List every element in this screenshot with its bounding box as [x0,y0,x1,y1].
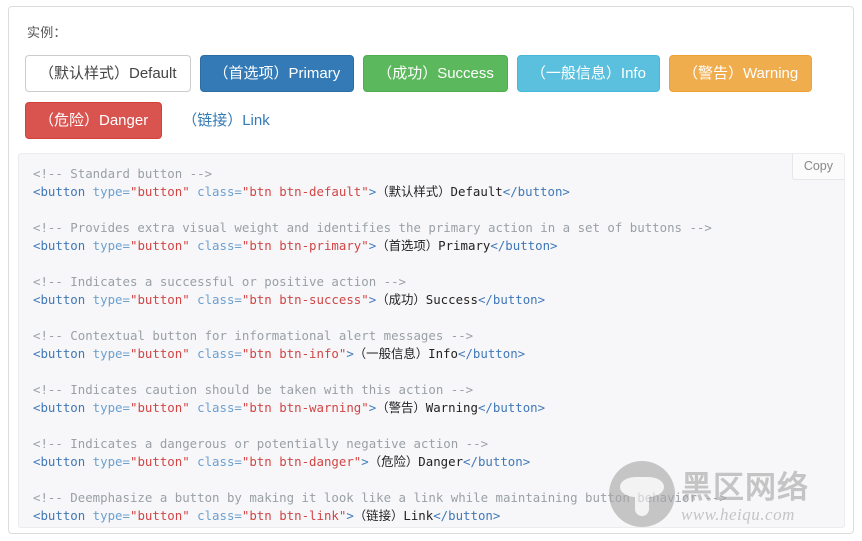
code-attr-value: "button" [129,454,190,469]
code-tag-gt: > [346,346,354,361]
code-attr-name: type= [85,400,130,415]
code-listing: <!-- Standard button --> <button type="bu… [19,154,844,525]
code-inner-text: （链接）Link [353,508,434,523]
code-attr-name: class= [189,508,242,523]
code-inner-text: （警告）Warning [376,400,478,415]
code-tag-open: <button [33,184,86,199]
code-line: <button type="button" class="btn btn-war… [33,399,844,417]
code-line: <button type="button" class="btn btn-suc… [33,291,844,309]
code-tag-gt: > [361,454,369,469]
code-inner-text: （危险）Danger [368,454,464,469]
code-tag-close: </button> [463,454,531,469]
code-line: <!-- Standard button --> [33,165,844,183]
button-success[interactable]: （成功）Success [363,54,508,93]
code-block: Copy <!-- Standard button --> <button typ… [18,153,845,528]
code-inner-text: （一般信息）Info [353,346,458,361]
code-tag-open: <button [33,400,86,415]
code-line: <!-- Deemphasize a button by making it l… [33,489,844,507]
code-attr-value: "button" [129,400,190,415]
code-tag-open: <button [33,346,86,361]
code-tag-gt: > [346,508,354,523]
code-attr-value: "button" [129,184,190,199]
code-inner-text: （首选项）Primary [376,238,491,253]
code-attr-name: type= [85,292,130,307]
code-attr-name: class= [189,184,242,199]
code-attr-value: "btn btn-warning" [241,400,369,415]
button-info[interactable]: （一般信息）Info [516,54,660,93]
code-line: <!-- Provides extra visual weight and id… [33,219,844,237]
code-attr-value: "btn btn-danger" [241,454,362,469]
code-comment: <!-- Indicates caution should be taken w… [33,382,474,397]
button-danger[interactable]: （危险）Danger [25,102,163,140]
code-tag-close: </button> [477,400,546,415]
code-comment: <!-- Indicates a dangerous or potentiall… [33,436,489,451]
code-line: <!-- Indicates a successful or positive … [33,273,844,291]
code-tag-open: <button [33,508,86,523]
copy-button[interactable]: Copy [791,154,844,180]
code-line: <!-- Contextual button for informational… [33,327,844,345]
code-comment: <!-- Indicates a successful or positive … [33,274,406,289]
example-panel: 实例： （默认样式）Default （首选项）Primary （成功）Success… [8,6,854,534]
code-tag-close: </button> [477,292,546,307]
code-tag-close: </button> [502,184,570,199]
button-default[interactable]: （默认样式）Default [25,54,191,93]
code-attr-value: "btn btn-link" [241,508,347,523]
button-primary[interactable]: （首选项）Primary [199,54,355,93]
code-attr-name: type= [85,184,130,199]
button-warning[interactable]: （警告）Warning [668,54,813,93]
code-line: <!-- Indicates caution should be taken w… [33,381,844,399]
code-attr-name: class= [189,346,242,361]
code-attr-name: type= [85,508,130,523]
code-attr-name: type= [85,238,130,253]
code-attr-value: "button" [129,292,190,307]
code-tag-open: <button [33,238,86,253]
code-comment: <!-- Provides extra visual weight and id… [33,220,712,235]
code-attr-value: "button" [129,238,190,253]
code-tag-open: <button [33,292,86,307]
code-attr-name: class= [189,400,242,415]
button-row-secondary-set: （危险）Danger （链接）Link [25,102,837,140]
button-row-primary-set: （默认样式）Default （首选项）Primary （成功）Success （一般信… [25,54,837,93]
code-comment: <!-- Standard button --> [33,166,213,181]
code-comment: <!-- Contextual button for informational… [33,328,474,343]
code-line: <button type="button" class="btn btn-lin… [33,507,844,525]
code-tag-close: </button> [490,238,558,253]
code-line: <button type="button" class="btn btn-dan… [33,453,844,471]
code-attr-value: "btn btn-default" [241,184,369,199]
example-area: 实例： （默认样式）Default （首选项）Primary （成功）Success… [9,7,853,159]
code-line: <button type="button" class="btn btn-pri… [33,237,844,255]
code-tag-close: </button> [457,346,526,361]
code-attr-value: "btn btn-primary" [241,238,369,253]
code-tag-open: <button [33,454,86,469]
code-inner-text: （默认样式）Default [376,184,503,199]
code-comment: <!-- Deemphasize a button by making it l… [33,490,727,505]
code-inner-text: （成功）Success [376,292,478,307]
code-attr-value: "btn btn-info" [241,346,347,361]
code-attr-name: class= [189,238,242,253]
code-attr-value: "button" [129,346,190,361]
code-attr-name: class= [189,292,242,307]
code-attr-value: "button" [129,508,190,523]
code-attr-value: "btn btn-success" [241,292,369,307]
button-link[interactable]: （链接）Link [171,102,281,139]
code-line: <button type="button" class="btn btn-inf… [33,345,844,363]
code-attr-name: type= [85,346,130,361]
code-line: <!-- Indicates a dangerous or potentiall… [33,435,844,453]
example-label: 实例： [27,25,67,40]
code-line: <button type="button" class="btn btn-def… [33,183,844,201]
code-tag-close: </button> [433,508,501,523]
code-attr-name: type= [85,454,130,469]
code-attr-name: class= [189,454,242,469]
